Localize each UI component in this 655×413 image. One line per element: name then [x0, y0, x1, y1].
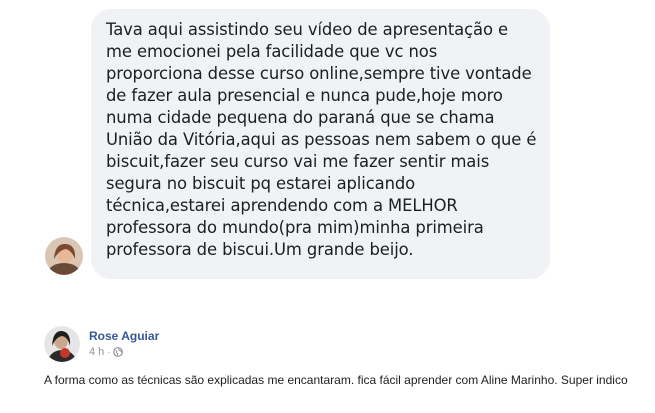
message-text: Tava aqui assistindo seu vídeo de aprese… — [106, 20, 537, 259]
commenter-avatar[interactable] — [44, 326, 80, 362]
sender-avatar[interactable] — [45, 237, 83, 275]
meta-separator: · — [107, 347, 111, 357]
comment-timestamp[interactable]: 4 h — [89, 346, 104, 358]
comment-author-name[interactable]: Rose Aguiar — [89, 329, 159, 343]
comment-meta: 4 h · — [89, 346, 124, 358]
comment-text: A forma como as técnicas são explicadas … — [44, 373, 628, 387]
message-bubble: Tava aqui assistindo seu vídeo de aprese… — [91, 9, 550, 279]
globe-icon — [113, 347, 124, 357]
